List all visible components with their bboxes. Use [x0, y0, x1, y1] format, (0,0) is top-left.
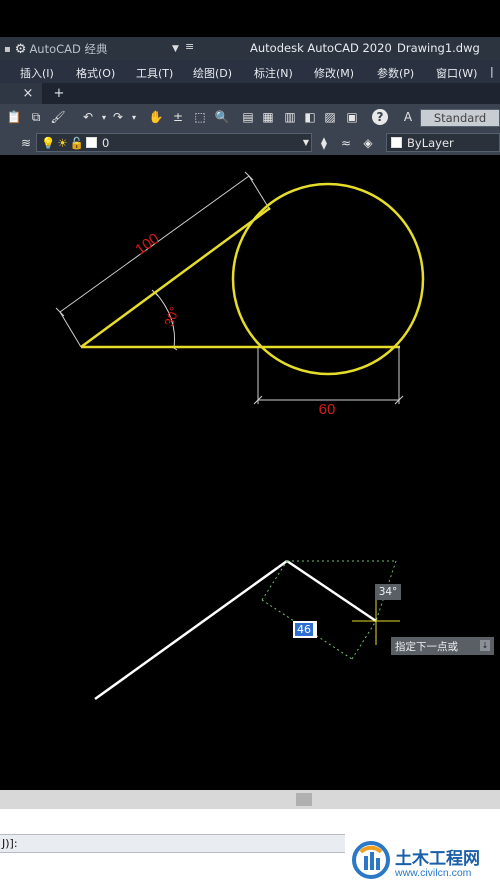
length-guide-right: [351, 620, 377, 660]
extension-line: [59, 311, 82, 348]
color-select[interactable]: ByLayer: [386, 133, 500, 152]
scrollbar-thumb[interactable]: [296, 793, 312, 806]
menu-bar: 插入(I) 格式(O) 工具(T) 绘图(D) 标注(N) 修改(M) 参数(P…: [0, 60, 500, 83]
prompt-text: 指定下一点或: [395, 640, 458, 653]
file-name: Drawing1.dwg: [397, 41, 480, 55]
zoom-realtime-icon[interactable]: ±: [170, 109, 186, 125]
pan-icon[interactable]: ✋: [148, 109, 164, 125]
command-line-text: J)]:: [2, 837, 18, 850]
dimension-60[interactable]: [253, 347, 404, 405]
title-bar: ▪ ⚙ AutoCAD 经典 ▼ ≡ Autodesk AutoCAD 2020…: [0, 37, 500, 60]
workspace-label: AutoCAD 经典: [29, 42, 108, 56]
redo-dropdown-icon[interactable]: ▾: [126, 109, 142, 125]
circle: [231, 182, 425, 376]
calculator-icon[interactable]: ▣: [344, 109, 360, 125]
help-icon[interactable]: ?: [372, 109, 388, 125]
paste-icon[interactable]: 📋: [6, 109, 22, 125]
length-guide-left: [261, 560, 288, 601]
plus-icon: +: [53, 86, 65, 101]
tick-mark: [55, 307, 65, 317]
color-swatch-icon: [391, 137, 402, 148]
dropdown-arrow-icon[interactable]: ▼: [172, 44, 179, 54]
length-input-field[interactable]: 46: [293, 621, 317, 638]
layer-select[interactable]: 💡 ☀ 🔓 0 ▼: [36, 133, 312, 152]
standard-toolbar: 📋 ⧉ 🖌 ↶ ▾ ↷ ▾ ✋ ± ⬚ 🔍 ▤ ▦ ▥ ◧ ▨ ▣ ? A St…: [0, 104, 500, 132]
undo-icon[interactable]: ↶: [80, 109, 96, 125]
text-style-icon[interactable]: A: [400, 109, 416, 125]
file-tab-bar: × +: [0, 83, 500, 104]
properties-icon[interactable]: ▤: [240, 109, 256, 125]
menu-item-window[interactable]: 窗口(W): [436, 65, 477, 81]
color-swatch-icon: [85, 137, 97, 148]
menu-item-draw[interactable]: 绘图(D): [193, 65, 232, 81]
angle-input-value: 34°: [378, 586, 398, 598]
dimension-text-60: 60: [319, 401, 336, 418]
linetype-value: ByLayer: [407, 135, 454, 150]
menu-item-insert[interactable]: 插入(I): [20, 65, 54, 81]
command-prompt-tooltip: 指定下一点或 ↓: [391, 637, 494, 655]
text-style-value: Standard: [433, 111, 487, 125]
sheet-set-icon[interactable]: ◧: [302, 109, 318, 125]
menu-item-modify[interactable]: 修改(M): [314, 65, 354, 81]
menu-item-format[interactable]: 格式(O): [76, 65, 115, 81]
tool-palettes-icon[interactable]: ▥: [282, 109, 298, 125]
menu-item-parametric[interactable]: 参数(P): [377, 65, 414, 81]
redo-icon[interactable]: ↷: [110, 109, 126, 125]
rubber-band-segment: [286, 559, 377, 623]
horizontal-scrollbar[interactable]: [0, 790, 500, 809]
yellow-geometry[interactable]: [80, 182, 425, 376]
down-arrow-icon[interactable]: ↓: [480, 640, 490, 651]
chevron-down-icon: ▼: [302, 138, 309, 147]
drawing-tab[interactable]: ×: [0, 83, 42, 104]
command-line-input[interactable]: J)]:: [0, 834, 345, 853]
markup-icon[interactable]: ▨: [322, 109, 338, 125]
length-input-value: 46: [295, 623, 313, 636]
dot-icon: ▪: [4, 43, 11, 55]
tick-mark: [244, 171, 254, 181]
dimension-text-angle: 30°: [161, 305, 182, 329]
layer-name: 0: [101, 135, 110, 150]
make-current-layer-icon[interactable]: ⧫: [316, 135, 332, 151]
watermark-brand: 土木工程网: [395, 849, 480, 869]
app-title: Autodesk AutoCAD 2020: [250, 41, 392, 55]
quick-access-menu-icon[interactable]: ≡: [185, 40, 194, 53]
menu-item-more[interactable]: |: [490, 65, 494, 78]
watermark-url: www.civilcn.com: [395, 867, 472, 879]
menu-item-dimension[interactable]: 标注(N): [254, 65, 293, 81]
sun-icon: ☀: [57, 135, 68, 150]
layer-previous-icon[interactable]: ≈: [338, 135, 354, 151]
text-style-select[interactable]: Standard: [420, 109, 500, 127]
civilcn-logo-icon: [352, 841, 390, 879]
dimension-text-100: 100: [132, 230, 162, 258]
layer-properties-icon[interactable]: ≋: [18, 135, 34, 151]
menu-item-tools[interactable]: 工具(T): [136, 65, 173, 81]
watermark: 土木工程网 www.civilcn.com: [345, 833, 500, 889]
zoom-window-icon[interactable]: ⬚: [192, 109, 208, 125]
layers-toolbar: ≋ 💡 ☀ 🔓 0 ▼ ⧫ ≈ ◈ ByLayer: [0, 131, 500, 155]
drawing-canvas[interactable]: 100 30° 60 34° 46 指定下一点或 ↓: [0, 156, 500, 790]
design-center-icon[interactable]: ▦: [260, 109, 276, 125]
workspace-switcher[interactable]: ▪ ⚙ AutoCAD 经典 ▼: [4, 40, 184, 58]
lock-icon: 🔓: [69, 135, 84, 150]
angle-input-box[interactable]: 34°: [375, 584, 401, 600]
close-icon[interactable]: ×: [23, 86, 34, 101]
drawing-svg: 100 30° 60: [55, 171, 425, 701]
match-properties-icon[interactable]: 🖌: [50, 109, 66, 125]
white-line-segment: [94, 559, 288, 701]
new-tab-button[interactable]: +: [46, 83, 72, 104]
polyline-in-progress[interactable]: [94, 559, 377, 701]
layer-state-icon[interactable]: ◈: [360, 135, 376, 151]
lightbulb-icon: 💡: [41, 135, 56, 150]
gear-icon: ⚙: [14, 41, 27, 57]
copy-icon[interactable]: ⧉: [28, 109, 44, 125]
zoom-previous-icon[interactable]: 🔍: [214, 109, 230, 125]
